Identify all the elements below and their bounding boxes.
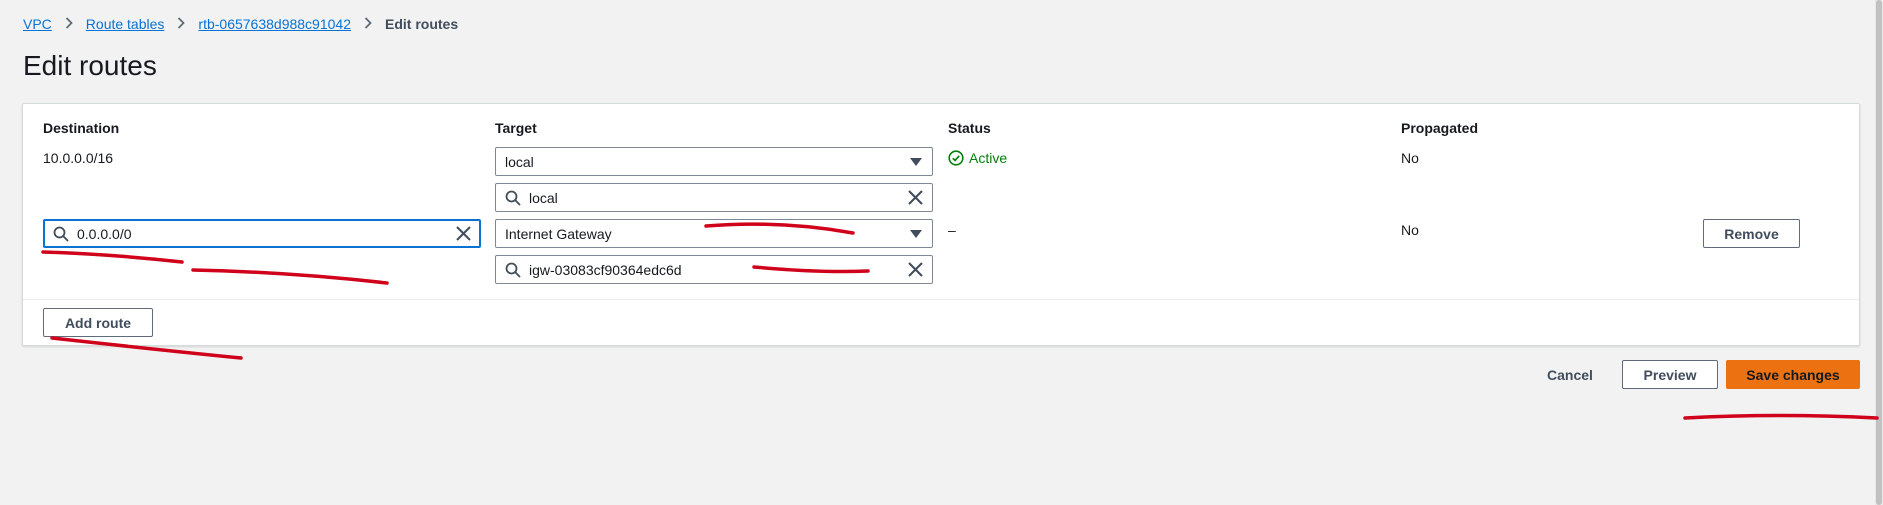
- target-search-input-2[interactable]: igw-03083cf90364edc6d: [495, 255, 933, 284]
- column-header-target: Target: [495, 120, 537, 136]
- column-header-propagated: Propagated: [1401, 120, 1479, 136]
- chevron-right-icon: [364, 16, 372, 32]
- chevron-right-icon: [177, 16, 186, 32]
- target-select-value: Internet Gateway: [505, 225, 612, 242]
- target-search-input-1[interactable]: local: [495, 183, 933, 212]
- table-divider: [23, 299, 1859, 300]
- caret-down-icon: [910, 158, 922, 166]
- status-label: Active: [969, 150, 1008, 166]
- chevron-right-icon: [65, 16, 73, 32]
- target-select-1[interactable]: local: [495, 147, 933, 176]
- preview-button[interactable]: Preview: [1622, 360, 1718, 389]
- scrollbar[interactable]: [1875, 0, 1883, 505]
- route-destination-1: 10.0.0.0/16: [43, 150, 114, 166]
- cancel-button[interactable]: Cancel: [1534, 360, 1606, 389]
- route-propagated-2: No: [1401, 222, 1419, 238]
- save-changes-button[interactable]: Save changes: [1726, 360, 1860, 389]
- target-select-2[interactable]: Internet Gateway: [495, 219, 933, 248]
- breadcrumb-route-tables[interactable]: Route tables: [86, 16, 165, 32]
- route-status-1: Active: [948, 150, 1007, 166]
- annotation-underline: [1683, 413, 1879, 420]
- column-header-status: Status: [948, 120, 991, 136]
- search-icon: [505, 262, 521, 278]
- search-icon: [505, 190, 521, 206]
- add-route-button[interactable]: Add route: [43, 308, 153, 337]
- destination-input-2[interactable]: 0.0.0.0/0: [43, 219, 481, 248]
- close-icon[interactable]: [907, 189, 924, 206]
- column-header-destination: Destination: [43, 120, 120, 136]
- search-icon: [53, 226, 69, 242]
- breadcrumb: VPC Route tables rtb-0657638d988c91042 E…: [23, 16, 458, 32]
- destination-value: 0.0.0.0/0: [77, 225, 132, 242]
- target-search-value: local: [529, 189, 558, 206]
- target-search-value: igw-03083cf90364edc6d: [529, 261, 682, 278]
- remove-route-button[interactable]: Remove: [1703, 219, 1800, 248]
- target-select-value: local: [505, 153, 534, 170]
- breadcrumb-route-table-id[interactable]: rtb-0657638d988c91042: [198, 16, 351, 32]
- route-status-2: –: [948, 222, 956, 238]
- caret-down-icon: [910, 230, 922, 238]
- scrollbar-thumb[interactable]: [1876, 0, 1882, 505]
- close-icon[interactable]: [907, 261, 924, 278]
- breadcrumb-current: Edit routes: [384, 16, 459, 32]
- page-title: Edit routes: [23, 50, 157, 81]
- close-icon[interactable]: [455, 225, 472, 242]
- route-propagated-1: No: [1401, 150, 1419, 166]
- breadcrumb-vpc[interactable]: VPC: [23, 16, 52, 32]
- status-check-icon: [948, 150, 964, 166]
